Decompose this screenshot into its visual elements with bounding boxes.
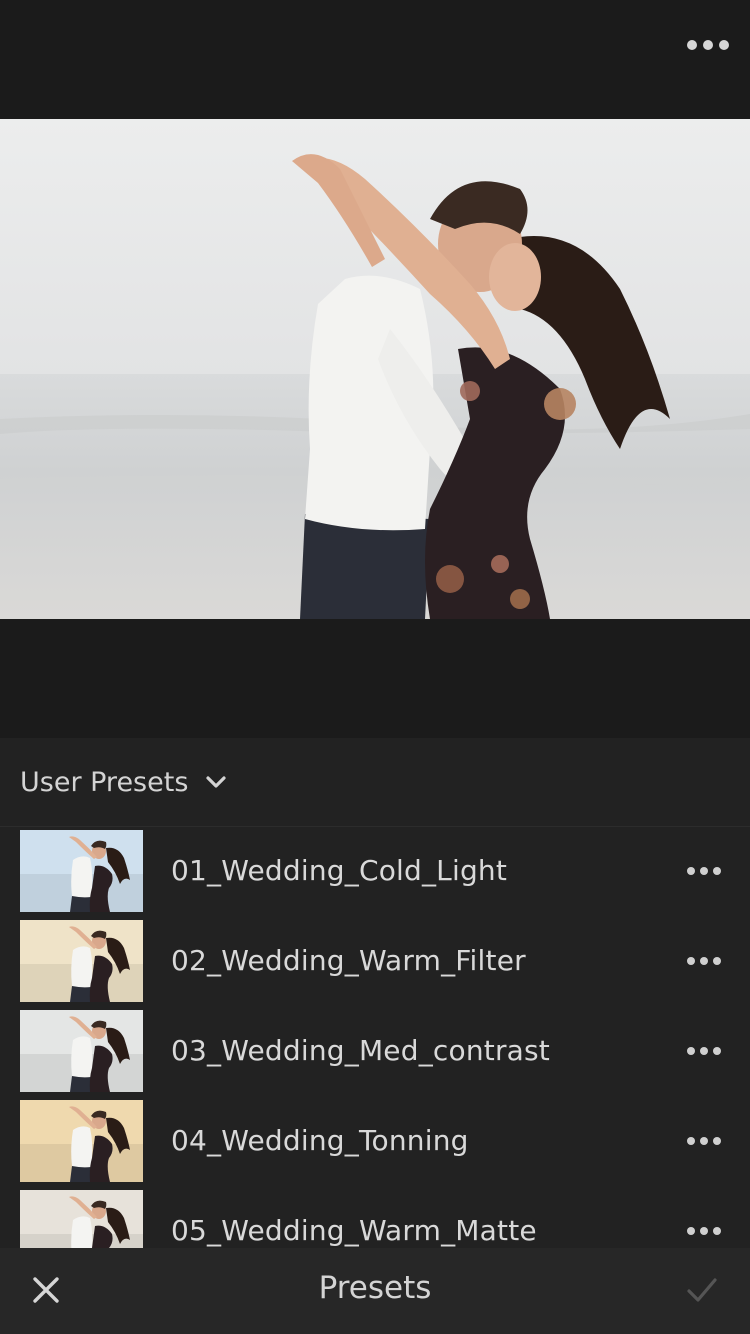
preset-name: 02_Wedding_Warm_Filter	[171, 944, 526, 977]
preset-row-04[interactable]: 04_Wedding_Tonning	[0, 1100, 750, 1182]
preset-more-icon[interactable]	[684, 946, 724, 976]
preset-name: 04_Wedding_Tonning	[171, 1124, 469, 1157]
photo-background-gap	[0, 619, 750, 738]
preset-group-title: User Presets	[20, 766, 189, 798]
preset-row-01[interactable]: 01_Wedding_Cold_Light	[0, 830, 750, 912]
close-icon[interactable]	[24, 1268, 68, 1312]
preset-row-02[interactable]: 02_Wedding_Warm_Filter	[0, 920, 750, 1002]
preset-thumbnail	[20, 920, 143, 1002]
preset-name: 01_Wedding_Cold_Light	[171, 854, 508, 887]
preset-row-03[interactable]: 03_Wedding_Med_contrast	[0, 1010, 750, 1092]
more-options-icon[interactable]	[684, 30, 732, 60]
preset-thumbnail	[20, 830, 143, 912]
preset-more-icon[interactable]	[684, 1036, 724, 1066]
photo-preview	[0, 119, 750, 619]
preset-name: 05_Wedding_Warm_Matte	[171, 1214, 537, 1247]
preset-thumbnail	[20, 1010, 143, 1092]
preset-thumbnail	[20, 1100, 143, 1182]
preset-more-icon[interactable]	[684, 856, 724, 886]
bottom-bar: Presets	[0, 1248, 750, 1334]
preset-more-icon[interactable]	[684, 1126, 724, 1156]
preset-thumbnail	[20, 1190, 143, 1248]
photo-illustration	[0, 119, 750, 619]
preset-group-selector[interactable]: User Presets	[0, 738, 750, 827]
preset-row-05[interactable]: 05_Wedding_Warm_Matte	[0, 1190, 750, 1248]
bottom-bar-title: Presets	[318, 1270, 432, 1306]
preset-list: 01_Wedding_Cold_Light 02_Wedding_Warm_Fi…	[0, 830, 750, 1248]
chevron-down-icon	[206, 776, 226, 788]
top-bar	[0, 0, 750, 119]
checkmark-icon[interactable]	[680, 1268, 724, 1312]
presets-panel: User Presets 01_Wedding_Cold_Light 02_We…	[0, 738, 750, 1248]
preset-more-icon[interactable]	[684, 1216, 724, 1246]
presets-screen: User Presets 01_Wedding_Cold_Light 02_We…	[0, 0, 750, 1334]
preset-name: 03_Wedding_Med_contrast	[171, 1034, 550, 1067]
